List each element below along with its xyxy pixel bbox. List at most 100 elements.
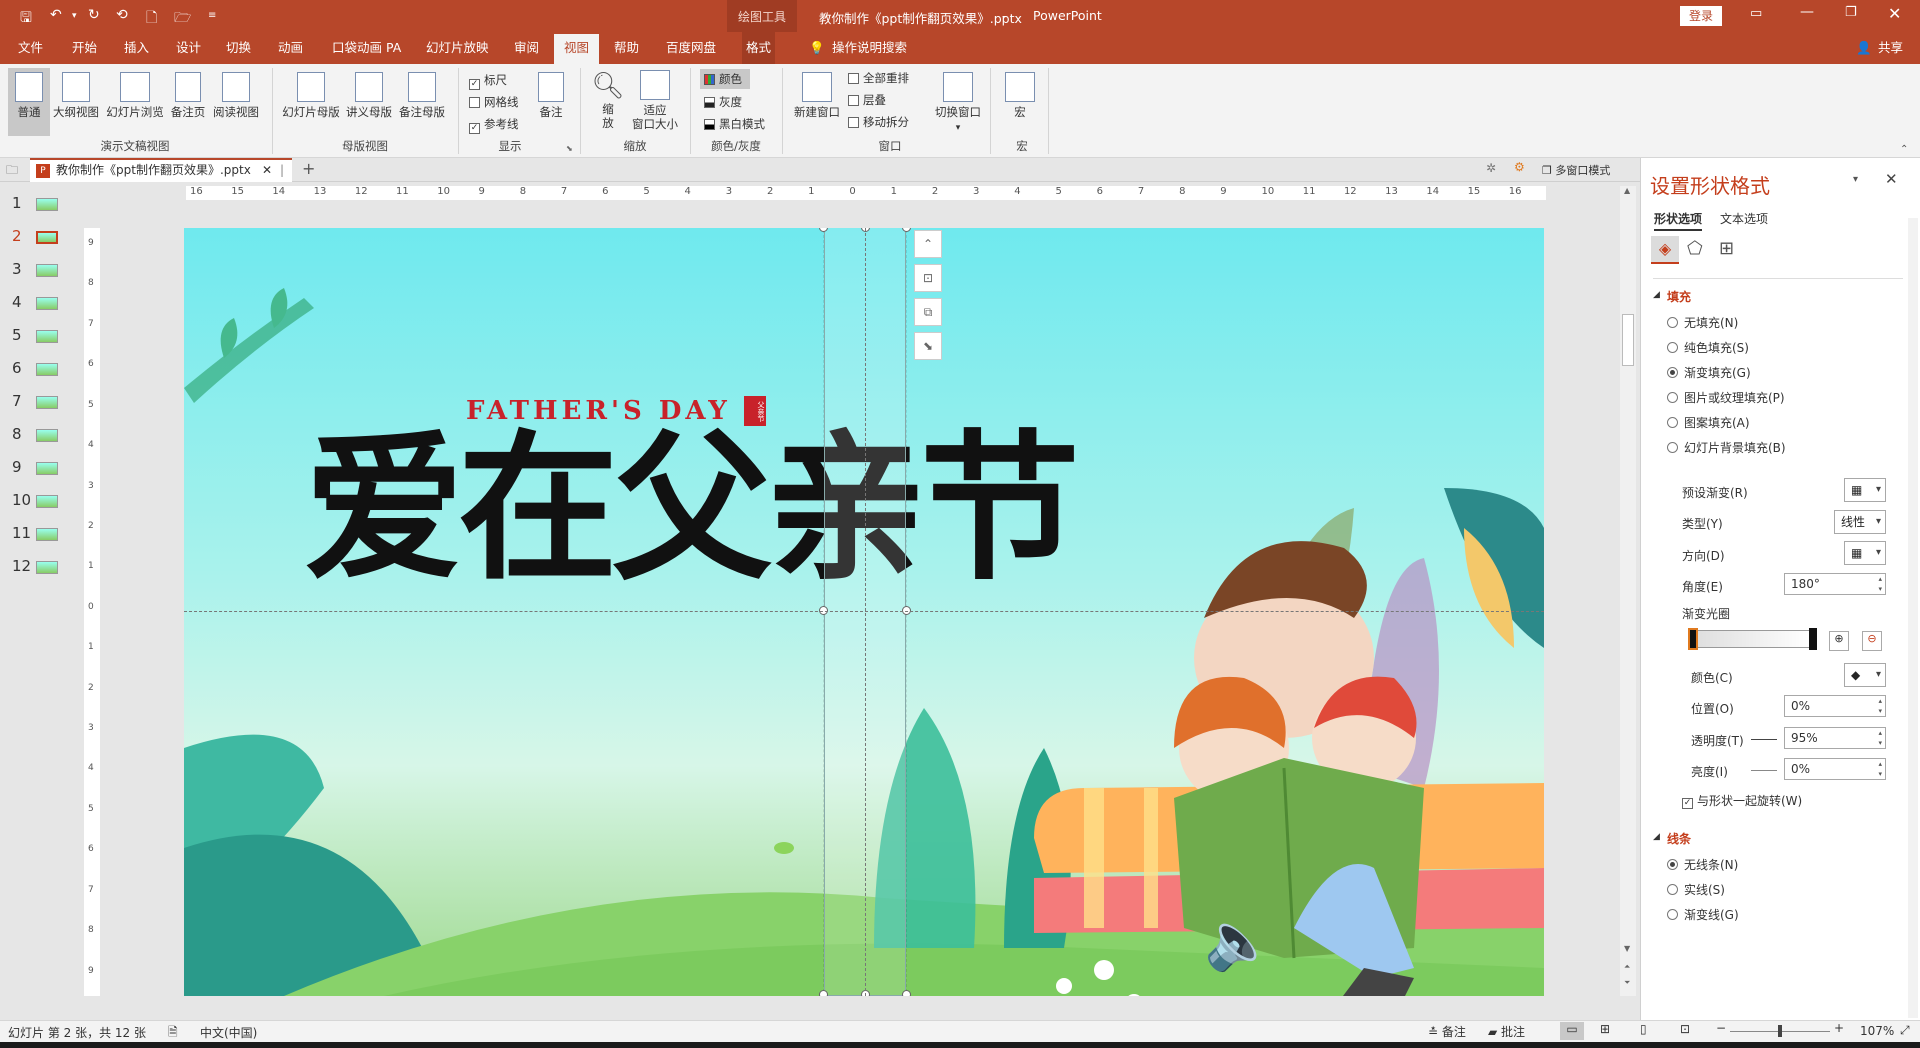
share-icon[interactable]: 👤 bbox=[1852, 32, 1876, 64]
tell-me-search[interactable]: 操作说明搜索 bbox=[828, 32, 911, 64]
angle-input[interactable]: 180° bbox=[1784, 573, 1886, 595]
new-window-button[interactable]: 新建窗口 bbox=[792, 72, 842, 119]
fill-gradient-radio[interactable]: 渐变填充(G) bbox=[1667, 364, 1751, 381]
reading-view-button[interactable]: 阅读视图 bbox=[210, 72, 262, 119]
type-dropdown[interactable]: 线性 bbox=[1834, 510, 1886, 534]
scroll-down-icon[interactable]: ▼ bbox=[1624, 944, 1630, 953]
tab-design[interactable]: 设计 bbox=[172, 32, 205, 64]
gridlines-checkbox[interactable]: 网格线 bbox=[469, 94, 519, 110]
close-window-icon[interactable]: ✕ bbox=[1888, 4, 1901, 23]
tab-file[interactable]: 文件 bbox=[14, 32, 47, 64]
add-gradient-stop-icon[interactable]: ⊕ bbox=[1829, 631, 1849, 651]
slide-thumbnail-9[interactable]: 9 bbox=[0, 458, 70, 478]
collapse-ribbon-icon[interactable]: ⌃ bbox=[1900, 144, 1908, 155]
fill-solid-radio[interactable]: 纯色填充(S) bbox=[1667, 339, 1749, 356]
resize-handle-bl[interactable] bbox=[819, 990, 828, 996]
color-view-button[interactable]: 颜色 bbox=[700, 69, 750, 89]
brightness-input[interactable]: 0% bbox=[1784, 758, 1886, 780]
tab-view[interactable]: 视图 bbox=[554, 34, 600, 64]
effects-icon[interactable]: ⬠ bbox=[1687, 238, 1703, 259]
shape-crop-icon[interactable]: ⬊ bbox=[914, 332, 942, 360]
fill-line-icon[interactable]: ◈ bbox=[1651, 236, 1679, 264]
switch-windows-button[interactable]: 切换窗口 ▾ bbox=[930, 72, 986, 135]
close-doc-tab-icon[interactable]: ✕ bbox=[262, 160, 272, 181]
size-properties-icon[interactable]: ⊞ bbox=[1719, 238, 1734, 259]
shape-align-icon[interactable]: ⊡ bbox=[914, 264, 942, 292]
fit-to-window-button[interactable]: 适应 窗口大小 bbox=[630, 70, 680, 131]
restore-icon[interactable]: ❐ bbox=[1845, 5, 1857, 20]
fill-section-header[interactable]: 填充 bbox=[1667, 288, 1691, 305]
settings-gear-icon[interactable]: ⚙ bbox=[1514, 160, 1525, 174]
add-tab-icon[interactable]: + bbox=[302, 159, 315, 178]
notes-master-button[interactable]: 备注母版 bbox=[396, 72, 448, 119]
language-indicator[interactable]: 中文(中国) bbox=[200, 1024, 257, 1041]
vertical-scrollbar[interactable]: ▲ ▼ ⏶ ⏷ bbox=[1620, 186, 1636, 996]
zoom-out-icon[interactable]: − bbox=[1716, 1021, 1726, 1035]
slide-thumbnail-7[interactable]: 7 bbox=[0, 392, 70, 412]
move-split-button[interactable]: 移动拆分 bbox=[848, 114, 909, 130]
cascade-button[interactable]: 层叠 bbox=[848, 92, 886, 108]
layout-options-icon[interactable]: ⌃ bbox=[914, 230, 942, 258]
next-slide-icon[interactable]: ⏷ bbox=[1624, 978, 1630, 988]
direction-dropdown[interactable]: ▦ bbox=[1844, 541, 1886, 565]
brightness-slider[interactable] bbox=[1751, 770, 1777, 771]
outline-view-button[interactable]: 大纲视图 bbox=[52, 72, 100, 119]
ruler-checkbox[interactable]: ✓ 标尺 bbox=[469, 72, 507, 90]
gradient-stop-1[interactable] bbox=[1688, 628, 1698, 650]
notes-status-button[interactable]: ≛ 备注 bbox=[1428, 1023, 1466, 1040]
arrange-all-button[interactable]: 全部重排 bbox=[848, 70, 909, 86]
sorter-view-status-icon[interactable]: ⊞ bbox=[1600, 1022, 1610, 1036]
shape-arrange-icon[interactable]: ⧉ bbox=[914, 298, 942, 326]
tab-baidu-netdisk[interactable]: 百度网盘 bbox=[662, 32, 720, 64]
zoom-button[interactable]: 🔍︎ 缩放 bbox=[590, 70, 626, 130]
normal-view-status-icon[interactable]: ▭ bbox=[1560, 1022, 1584, 1040]
tab-home[interactable]: 开始 bbox=[68, 32, 101, 64]
ribbon-display-icon[interactable]: ▭ bbox=[1750, 6, 1762, 21]
slide[interactable]: FATHER'S DAY 父亲节 爱在父亲节 🔈 ⌃ ⊡ ⧉ ⬊ bbox=[184, 228, 1544, 996]
line-section-header[interactable]: 线条 bbox=[1667, 830, 1691, 847]
preset-gradient-dropdown[interactable]: ▦ bbox=[1844, 478, 1886, 502]
remove-gradient-stop-icon[interactable]: ⊖ bbox=[1862, 631, 1882, 651]
tab-text-options[interactable]: 文本选项 bbox=[1720, 210, 1768, 227]
slide-thumbnail-5[interactable]: 5 bbox=[0, 326, 70, 346]
normal-view-button[interactable]: 普通 bbox=[8, 68, 50, 136]
tab-slideshow[interactable]: 幻灯片放映 bbox=[422, 32, 493, 64]
slideshow-status-icon[interactable]: ⊡ bbox=[1680, 1022, 1690, 1036]
line-none-radio[interactable]: 无线条(N) bbox=[1667, 856, 1738, 873]
fill-slide-background-radio[interactable]: 幻灯片背景填充(B) bbox=[1667, 439, 1786, 456]
rotate-with-shape-checkbox[interactable]: ✓ 与形状一起旋转(W) bbox=[1682, 792, 1802, 809]
redo-icon[interactable]: ↻ bbox=[88, 7, 100, 23]
horizontal-guide[interactable] bbox=[184, 611, 1544, 612]
slide-thumbnail-1[interactable]: 1 bbox=[0, 194, 70, 214]
tab-review[interactable]: 审阅 bbox=[510, 32, 543, 64]
line-solid-radio[interactable]: 实线(S) bbox=[1667, 881, 1725, 898]
share-button[interactable]: 共享 bbox=[1874, 32, 1907, 64]
save-icon[interactable]: 🖫 bbox=[20, 7, 32, 31]
spellcheck-icon[interactable]: 🗎 bbox=[168, 1023, 178, 1044]
panel-scrollbar[interactable] bbox=[1908, 218, 1918, 1018]
slide-sorter-button[interactable]: 幻灯片浏览 bbox=[104, 72, 166, 119]
color-picker-dropdown[interactable]: ◆ bbox=[1844, 663, 1886, 687]
customize-qat-icon[interactable]: ≡ bbox=[208, 10, 216, 21]
zoom-level[interactable]: 107% bbox=[1860, 1024, 1894, 1038]
slide-master-button[interactable]: 幻灯片母版 bbox=[280, 72, 342, 119]
show-dialog-launcher-icon[interactable]: ⬊ bbox=[566, 144, 573, 153]
slide-thumbnail-6[interactable]: 6 bbox=[0, 359, 70, 379]
slide-thumbnail-4[interactable]: 4 bbox=[0, 293, 70, 313]
tab-transitions[interactable]: 切换 bbox=[222, 32, 255, 64]
tab-insert[interactable]: 插入 bbox=[120, 32, 153, 64]
minimize-icon[interactable]: — bbox=[1800, 4, 1814, 20]
zoom-slider-thumb[interactable] bbox=[1778, 1025, 1782, 1037]
tab-shape-options[interactable]: 形状选项 bbox=[1654, 210, 1703, 231]
line-collapse-icon[interactable]: ◢ bbox=[1653, 832, 1660, 842]
tab-pocket-animation[interactable]: 口袋动画 PA bbox=[328, 32, 405, 64]
vertical-guide[interactable] bbox=[865, 228, 866, 996]
fill-collapse-icon[interactable]: ◢ bbox=[1653, 290, 1660, 300]
slide-thumbnail-11[interactable]: 11 bbox=[0, 524, 70, 544]
tab-help[interactable]: 帮助 bbox=[610, 32, 643, 64]
folder-icon[interactable]: 🗀 bbox=[6, 161, 18, 182]
open-folder-icon[interactable]: 🗁 bbox=[174, 7, 191, 31]
slideshow-start-icon[interactable]: ⟲ bbox=[116, 7, 128, 23]
fill-pattern-radio[interactable]: 图案填充(A) bbox=[1667, 414, 1750, 431]
fill-picture-radio[interactable]: 图片或纹理填充(P) bbox=[1667, 389, 1785, 406]
